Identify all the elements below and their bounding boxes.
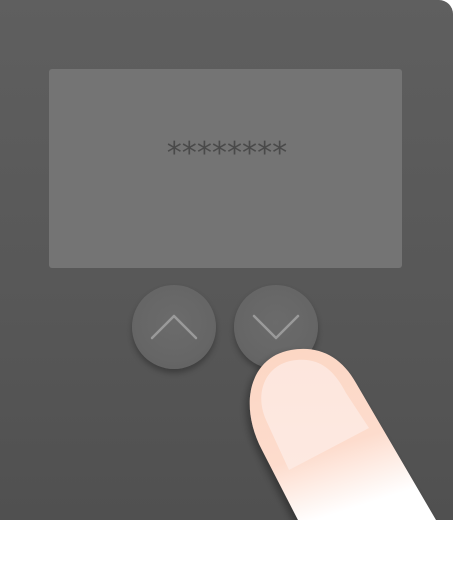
keypad-device: ******** (0, 0, 453, 520)
chevron-down-icon (252, 314, 300, 340)
down-button[interactable] (234, 285, 318, 369)
masked-code-text: ******** (165, 136, 289, 171)
display-screen: ******** (49, 69, 402, 268)
chevron-up-icon (150, 314, 198, 340)
up-button[interactable] (132, 285, 216, 369)
illustration: ******** (0, 0, 453, 579)
